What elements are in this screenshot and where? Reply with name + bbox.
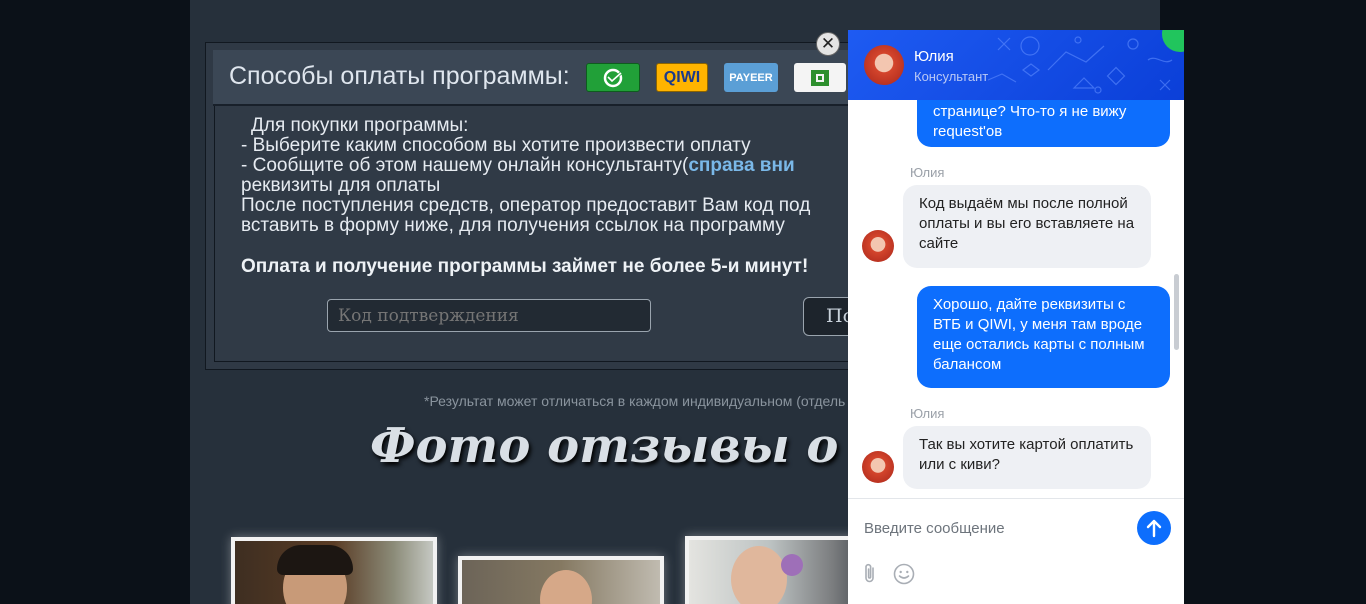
- review-photo[interactable]: [458, 556, 664, 604]
- instruction-line: вставить в форму ниже, для получения ссы…: [241, 215, 785, 236]
- qiwi-logo-icon[interactable]: QIWI: [656, 63, 708, 92]
- message-list: странице? Что-то я не вижу request'ов Юл…: [848, 100, 1184, 498]
- face-image: [731, 546, 787, 604]
- payeer-logo-icon[interactable]: PAYEER: [724, 63, 778, 92]
- payment-body: Для покупки программы: - Выберите каким …: [214, 106, 865, 362]
- paperclip-icon[interactable]: [860, 562, 880, 586]
- privatbank-logo-icon[interactable]: [794, 63, 846, 92]
- emoji-icon[interactable]: [892, 562, 916, 586]
- message-sender: Юлия: [910, 406, 945, 421]
- agent-avatar: [864, 45, 904, 85]
- chat-scrollbar[interactable]: [1172, 100, 1180, 496]
- instruction-line: - Выберите каким способом вы хотите прои…: [241, 135, 751, 156]
- message-bubble-user: странице? Что-то я не вижу request'ов: [917, 100, 1170, 147]
- message-bubble-agent: Так вы хотите картой оплатить или с киви…: [903, 426, 1151, 489]
- payment-instructions: Для покупки программы: - Выберите каким …: [241, 115, 864, 236]
- message-input[interactable]: [864, 517, 1124, 539]
- agent-avatar: [862, 230, 894, 262]
- review-photo[interactable]: [231, 537, 437, 604]
- message-bubble-user: Хорошо, дайте реквизиты с ВТБ и QIWI, у …: [917, 286, 1170, 388]
- payment-title: Способы оплаты программы:: [229, 62, 570, 90]
- close-icon[interactable]: ✕: [816, 32, 840, 56]
- chat-widget: Юлия Консультант странице? Что-то я не в…: [848, 30, 1184, 604]
- scrollbar-thumb[interactable]: [1174, 274, 1179, 350]
- message-composer: [848, 498, 1184, 604]
- instruction-line: После поступления средств, оператор пред…: [241, 195, 811, 216]
- hair-image: [277, 545, 353, 575]
- instruction-text: - Сообщите об этом нашему онлайн консуль…: [241, 155, 689, 176]
- confirmation-code-input[interactable]: [327, 299, 651, 332]
- instruction-line: - Сообщите об этом нашему онлайн консуль…: [241, 155, 864, 176]
- payment-note: Оплата и получение программы займет не б…: [241, 256, 809, 277]
- agent-role: Консультант: [914, 69, 989, 84]
- chat-header: Юлия Консультант: [848, 30, 1184, 100]
- sberbank-logo-icon[interactable]: [586, 63, 640, 92]
- payment-header: Способы оплаты программы: QIWI PAYEER: [213, 50, 865, 106]
- send-button[interactable]: [1137, 511, 1171, 545]
- instruction-line: реквизиты для оплаты: [241, 175, 441, 196]
- face-image: [540, 570, 592, 604]
- agent-name: Юлия: [914, 48, 954, 65]
- message-bubble-agent: Код выдаём мы после полной оплаты и вы е…: [903, 185, 1151, 268]
- agent-avatar: [862, 451, 894, 483]
- consultant-link[interactable]: справа вни: [688, 155, 794, 176]
- arrow-up-icon: [1146, 519, 1162, 538]
- flowers-image: [781, 554, 803, 576]
- message-sender: Юлия: [910, 165, 945, 180]
- instruction-line: Для покупки программы:: [251, 115, 469, 136]
- disclaimer-text: *Результат может отличаться в каждом инд…: [424, 393, 846, 409]
